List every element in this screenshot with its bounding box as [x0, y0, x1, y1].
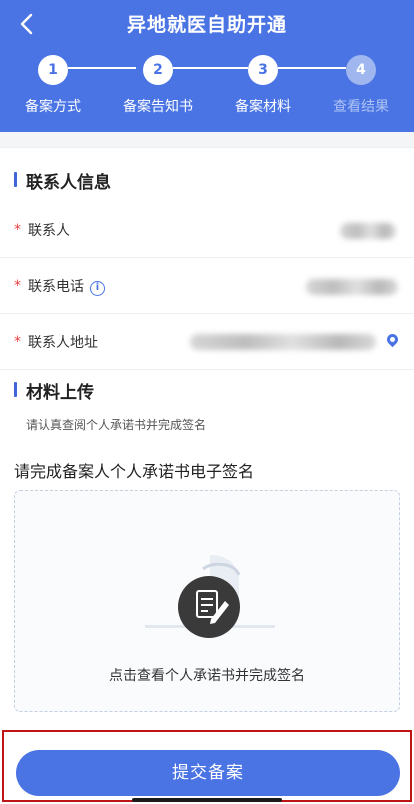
step-2-circle: 2: [143, 55, 173, 85]
step-4-circle: 4: [346, 55, 376, 85]
step-3-circle: 3: [248, 55, 278, 85]
required-asterisk: *: [14, 222, 21, 238]
step-connector: [173, 67, 248, 69]
step-progress: 1 2 3 4 备案方式 备案告知书 备案材料 查看结果: [0, 52, 414, 122]
required-asterisk: *: [14, 278, 21, 294]
home-indicator: [132, 798, 282, 802]
contact-name-label: 联系人: [28, 223, 70, 239]
contact-name-row[interactable]: * 联系人: [0, 202, 414, 258]
contact-name-value: [340, 223, 396, 239]
contact-phone-label: 联系电话: [28, 279, 84, 295]
upload-hint: 请认真查阅个人承诺书并完成签名: [26, 418, 207, 432]
step-3-label: 备案材料: [235, 99, 291, 115]
submit-filing-button[interactable]: 提交备案: [16, 750, 400, 796]
contact-section-title: 联系人信息: [14, 168, 111, 193]
step-1-label: 备案方式: [25, 99, 81, 115]
upload-box-caption: 点击查看个人承诺书并完成签名: [109, 668, 305, 684]
step-2-label: 备案告知书: [123, 99, 193, 115]
form-content: 联系人信息 * 联系人 * 联系电话 i * 联系人地址 材料上传 请认真查阅个人…: [0, 132, 414, 804]
required-asterisk: *: [14, 334, 21, 350]
contact-address-label: 联系人地址: [28, 335, 98, 351]
contact-phone-label-wrap: 联系电话 i: [28, 276, 105, 296]
step-connector: [68, 67, 136, 69]
page-title: 异地就医自助开通: [126, 14, 287, 36]
header-bar: 异地就医自助开通 1 2 3 4 备案方式 备案告知书 备案材料 查看结果: [0, 0, 414, 132]
step-connector: [278, 67, 346, 69]
contact-phone-value: [306, 279, 398, 295]
upload-section-title: 材料上传: [14, 378, 94, 403]
info-icon[interactable]: i: [90, 281, 105, 296]
signature-upload-box[interactable]: 点击查看个人承诺书并完成签名: [14, 490, 400, 712]
step-1-circle: 1: [38, 55, 68, 85]
signature-title: 请完成备案人个人承诺书电子签名: [14, 462, 255, 481]
location-pin-icon[interactable]: [384, 331, 401, 348]
contact-address-value: [190, 334, 376, 350]
contact-phone-row[interactable]: * 联系电话 i: [0, 258, 414, 314]
contact-address-row[interactable]: * 联系人地址: [0, 314, 414, 370]
submit-highlight-frame: 提交备案: [2, 730, 412, 802]
step-4-label: 查看结果: [333, 99, 389, 115]
sign-document-illustration: [145, 555, 275, 638]
section-divider: [0, 132, 414, 148]
